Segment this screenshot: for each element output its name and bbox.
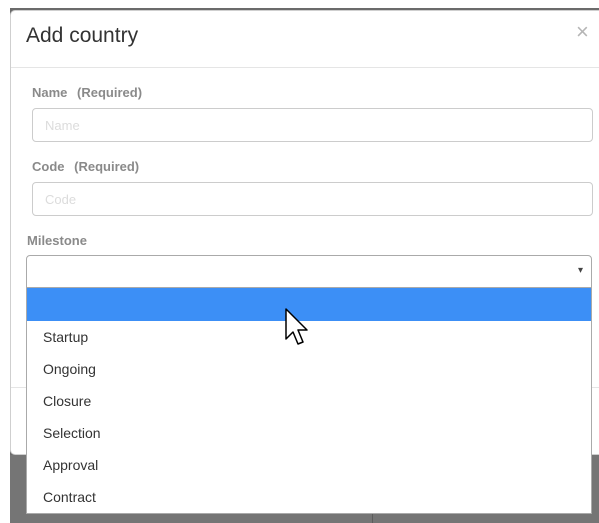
- option-closure[interactable]: Closure: [27, 385, 591, 417]
- option-approval[interactable]: Approval: [27, 449, 591, 481]
- option-ongoing[interactable]: Ongoing: [27, 353, 591, 385]
- option-selection[interactable]: Selection: [27, 417, 591, 449]
- code-input[interactable]: [32, 182, 593, 216]
- name-label: Name (Required): [32, 85, 142, 100]
- code-label-text: Code: [32, 159, 65, 174]
- name-input[interactable]: [32, 108, 593, 142]
- dropdown-arrow-icon[interactable]: ▾: [578, 265, 583, 276]
- page-background-left: [0, 0, 10, 523]
- mouse-pointer-icon: [284, 308, 310, 353]
- milestone-label: Milestone: [27, 233, 87, 248]
- modal-title: Add country: [26, 24, 139, 47]
- milestone-select[interactable]: ▾: [26, 255, 592, 288]
- name-required-text: (Required): [77, 85, 143, 100]
- close-icon[interactable]: ×: [576, 21, 589, 43]
- modal-header: Add country ×: [11, 11, 599, 68]
- code-required-text: (Required): [74, 159, 140, 174]
- code-label: Code (Required): [32, 159, 139, 174]
- name-label-text: Name: [32, 85, 68, 100]
- option-contract[interactable]: Contract: [27, 481, 591, 513]
- page-background-top: [0, 0, 599, 8]
